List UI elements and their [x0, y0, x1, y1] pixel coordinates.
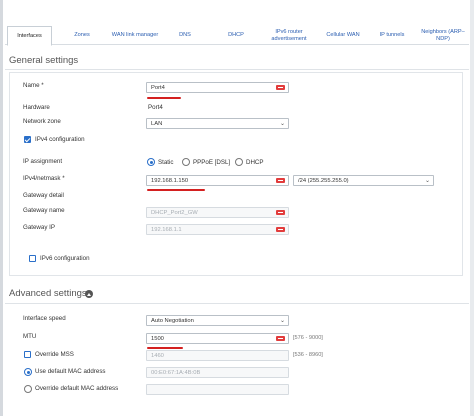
hardware-value: Port4: [148, 104, 163, 111]
tab-zones[interactable]: Zones: [67, 26, 97, 45]
name-label: Name *: [23, 82, 44, 89]
interface-speed-value: Auto Negotiation: [151, 317, 194, 324]
network-zone-select[interactable]: LAN ⌄: [146, 118, 289, 129]
tab-dns[interactable]: DNS: [173, 26, 197, 45]
radio-override-mac[interactable]: [24, 385, 32, 393]
gateway-detail-label: Gateway detail: [23, 192, 64, 199]
network-zone-label: Network zone: [23, 118, 61, 125]
default-mac-label: Use default MAC address: [35, 368, 106, 375]
chevron-down-icon: ⌄: [279, 318, 285, 324]
radio-dhcp-label: DHCP: [246, 159, 264, 166]
ipv6-configuration-label: IPv6 configuration: [40, 255, 90, 262]
override-mac-label: Override default MAC address: [35, 385, 119, 392]
chevron-down-icon: ⌄: [279, 121, 285, 127]
tab-dhcp[interactable]: DHCP: [223, 26, 249, 45]
netmask-select[interactable]: /24 (255.255.255.0) ⌄: [293, 175, 434, 186]
ipv4-configuration-checkbox[interactable]: [24, 136, 31, 143]
collapse-icon[interactable]: [85, 290, 93, 298]
mss-placeholder: 1460: [151, 352, 164, 359]
interface-speed-select[interactable]: Auto Negotiation ⌄: [146, 315, 289, 326]
ipv4-address-input[interactable]: 192.168.1.150: [146, 175, 289, 186]
tab-ipv6-router-advertisement[interactable]: IPv6 router advertisement: [264, 26, 314, 45]
error-icon: [276, 85, 285, 90]
general-settings-title: General settings: [9, 55, 79, 66]
advanced-settings-title: Advanced settings: [9, 288, 87, 299]
name-input-value: Port4: [151, 84, 165, 91]
ipv4-configuration-label: IPv4 configuration: [35, 136, 85, 143]
radio-pppoe-label: PPPoE [DSL]: [193, 159, 231, 166]
tab-cellular-wan[interactable]: Cellular WAN: [319, 26, 367, 45]
error-icon: [276, 336, 285, 341]
gateway-ip-placeholder: 192.168.1.1: [151, 226, 182, 233]
override-mss-checkbox[interactable]: [24, 351, 31, 358]
hardware-label: Hardware: [23, 104, 50, 111]
chevron-down-icon: ⌄: [424, 178, 430, 184]
section-divider: [5, 69, 469, 70]
radio-default-mac[interactable]: [24, 368, 32, 376]
tab-interfaces[interactable]: Interfaces: [7, 26, 52, 46]
radio-pppoe[interactable]: [182, 158, 190, 166]
ipv4-address-value: 192.168.1.150: [151, 177, 189, 184]
mtu-label: MTU: [23, 333, 37, 340]
netmask-value: /24 (255.255.255.0): [298, 177, 349, 184]
radio-dhcp[interactable]: [235, 158, 243, 166]
mss-input[interactable]: 1460: [146, 350, 289, 361]
tab-neighbors[interactable]: Neighbors (ARP–NDP): [417, 26, 469, 45]
error-icon: [276, 210, 285, 215]
general-settings-panel: [9, 72, 463, 276]
ip-assignment-label: IP assignment: [23, 158, 63, 165]
radio-static-label: Static: [158, 159, 174, 166]
tab-ip-tunnels[interactable]: IP tunnels: [374, 26, 410, 45]
network-zone-value: LAN: [151, 120, 163, 127]
window-frame-left: [0, 0, 3, 416]
ipv4-netmask-label: IPv4/netmask *: [23, 175, 65, 182]
error-icon: [276, 178, 285, 183]
section-divider: [5, 303, 469, 304]
gateway-name-placeholder: DHCP_Port2_GW: [151, 209, 198, 216]
mtu-value: 1500: [151, 335, 164, 342]
override-mac-input[interactable]: [146, 384, 289, 395]
annotation-underline: [147, 189, 205, 191]
gateway-name-input[interactable]: DHCP_Port2_GW: [146, 207, 289, 218]
error-icon: [276, 227, 285, 232]
window-frame-right: [470, 0, 474, 416]
tab-bar: Interfaces Zones WAN link manager DNS DH…: [5, 26, 469, 46]
mtu-range: [576 - 9000]: [293, 335, 323, 341]
interface-speed-label: Interface speed: [23, 315, 66, 322]
gateway-ip-label: Gateway IP: [23, 224, 55, 231]
name-input[interactable]: Port4: [146, 82, 289, 93]
default-mac-input[interactable]: 00:E0:67:1A:4B:0B: [146, 367, 289, 378]
annotation-underline: [147, 347, 183, 349]
gateway-ip-input[interactable]: 192.168.1.1: [146, 224, 289, 235]
radio-static[interactable]: [147, 158, 155, 166]
tab-wan-link-manager[interactable]: WAN link manager: [105, 26, 165, 45]
gateway-name-label: Gateway name: [23, 207, 65, 214]
mss-range: [536 - 8960]: [293, 352, 323, 358]
mtu-input[interactable]: 1500: [146, 333, 289, 344]
override-mss-label: Override MSS: [35, 351, 74, 358]
ipv6-configuration-checkbox[interactable]: [29, 255, 36, 262]
annotation-underline: [147, 97, 181, 99]
default-mac-value: 00:E0:67:1A:4B:0B: [151, 369, 201, 376]
